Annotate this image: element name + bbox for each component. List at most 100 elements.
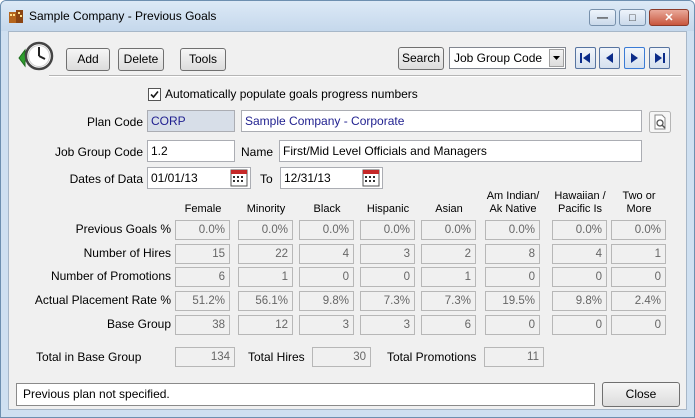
grid-cell: 4 bbox=[299, 244, 354, 264]
grid-cell: 2 bbox=[421, 244, 476, 264]
close-icon: ✕ bbox=[664, 12, 674, 24]
grid-cell: 0 bbox=[485, 267, 540, 287]
grid-cell: 0 bbox=[552, 315, 607, 335]
add-button[interactable]: Add bbox=[66, 48, 110, 71]
plan-name-field: Sample Company - Corporate bbox=[241, 110, 642, 132]
grid-cell: 0 bbox=[485, 315, 540, 335]
delete-button[interactable]: Delete bbox=[118, 48, 164, 71]
grid-cell: 0 bbox=[552, 267, 607, 287]
job-group-field[interactable]: 1.2 bbox=[147, 140, 235, 162]
plan-code-field: CORP bbox=[147, 110, 235, 132]
column-header: Hawaiian / Pacific Is bbox=[554, 190, 606, 215]
minimize-button[interactable]: — bbox=[589, 9, 616, 26]
grid-cell: 19.5% bbox=[485, 291, 540, 311]
grid-cell: 9.8% bbox=[299, 291, 354, 311]
grid-cell: 0.0% bbox=[552, 220, 607, 240]
grid-cell: 0.0% bbox=[238, 220, 293, 240]
previous-goals-window: Sample Company - Previous Goals — □ ✕ Ad… bbox=[0, 0, 695, 418]
plan-code-label: Plan Code bbox=[86, 115, 143, 129]
maximize-button[interactable]: □ bbox=[619, 9, 646, 26]
grid-cell: 9.8% bbox=[552, 291, 607, 311]
grid-cell: 0 bbox=[299, 267, 354, 287]
previous-record-icon bbox=[606, 53, 613, 63]
grid-cell: 3 bbox=[360, 244, 415, 264]
grid-cell: 0 bbox=[360, 267, 415, 287]
chevron-down-icon bbox=[553, 56, 560, 60]
grid-cell: 6 bbox=[175, 267, 230, 287]
grid-cell: 6 bbox=[421, 315, 476, 335]
total-hires-label: Total Hires bbox=[248, 350, 305, 364]
grid-cell: 15 bbox=[175, 244, 230, 264]
grid-cell: 0.0% bbox=[485, 220, 540, 240]
row-label: Previous Goals % bbox=[75, 222, 171, 236]
grid-cell: 1 bbox=[611, 244, 666, 264]
row-label: Number of Hires bbox=[83, 246, 171, 260]
grid-cell: 0.0% bbox=[299, 220, 354, 240]
grid-cell: 0 bbox=[611, 267, 666, 287]
row-label: Number of Promotions bbox=[50, 269, 171, 283]
previous-record-button[interactable] bbox=[599, 47, 620, 69]
auto-populate-label: Automatically populate goals progress nu… bbox=[165, 87, 418, 101]
auto-populate-checkbox[interactable] bbox=[148, 88, 161, 101]
search-field-value: Job Group Code bbox=[454, 51, 543, 65]
window-title: Sample Company - Previous Goals bbox=[29, 9, 217, 23]
dropdown-arrow-button[interactable] bbox=[549, 49, 564, 67]
checkmark-icon bbox=[150, 90, 159, 99]
grid-cell: 51.2% bbox=[175, 291, 230, 311]
row-label: Actual Placement Rate % bbox=[34, 293, 171, 307]
grid-cell: 4 bbox=[552, 244, 607, 264]
column-header: Asian bbox=[435, 203, 463, 215]
grid-cell: 0.0% bbox=[360, 220, 415, 240]
next-record-icon bbox=[631, 53, 638, 63]
first-record-icon bbox=[580, 53, 590, 63]
status-bar: Previous plan not specified. bbox=[16, 383, 595, 406]
total-promotions-value: 11 bbox=[484, 347, 544, 367]
search-button[interactable]: Search bbox=[398, 47, 444, 70]
grid-cell: 2.4% bbox=[611, 291, 666, 311]
grid-cell: 0.0% bbox=[611, 220, 666, 240]
grid-cell: 7.3% bbox=[421, 291, 476, 311]
column-header: Am Indian/ Ak Native bbox=[486, 190, 540, 215]
column-header: Minority bbox=[246, 203, 286, 215]
row-label: Base Group bbox=[106, 317, 171, 331]
next-record-button[interactable] bbox=[624, 47, 645, 69]
to-label: To bbox=[260, 172, 273, 186]
toolbar-separator bbox=[49, 75, 681, 77]
calendar-icon[interactable] bbox=[230, 169, 248, 187]
close-button[interactable]: Close bbox=[602, 382, 680, 407]
column-header: Black bbox=[313, 203, 341, 215]
total-hires-value: 30 bbox=[312, 347, 371, 367]
total-promotions-label: Total Promotions bbox=[387, 350, 477, 364]
lookup-icon[interactable] bbox=[649, 111, 671, 133]
column-header: Two or More bbox=[622, 190, 656, 215]
grid-cell: 0.0% bbox=[175, 220, 230, 240]
clock-arrow-icon bbox=[18, 41, 54, 71]
last-record-button[interactable] bbox=[649, 47, 670, 69]
total-base-group-value: 134 bbox=[175, 347, 235, 367]
grid-cell: 56.1% bbox=[238, 291, 293, 311]
grid-cell: 8 bbox=[485, 244, 540, 264]
minimize-icon: — bbox=[597, 12, 608, 24]
client-area: Add Delete Tools Search Job Group Code A… bbox=[8, 31, 687, 410]
search-field-select[interactable]: Job Group Code bbox=[449, 47, 566, 69]
window-close-button[interactable]: ✕ bbox=[649, 9, 689, 26]
grid-cell: 12 bbox=[238, 315, 293, 335]
column-header: Female bbox=[184, 203, 222, 215]
grid-cell: 1 bbox=[421, 267, 476, 287]
job-group-label: Job Group Code bbox=[54, 145, 143, 159]
maximize-icon: □ bbox=[629, 12, 636, 24]
grid-cell: 3 bbox=[360, 315, 415, 335]
tools-button[interactable]: Tools bbox=[180, 48, 226, 71]
total-base-group-label: Total in Base Group bbox=[36, 350, 142, 364]
last-record-icon bbox=[655, 53, 665, 63]
name-field[interactable]: First/Mid Level Officials and Managers bbox=[279, 140, 642, 162]
grid-cell: 22 bbox=[238, 244, 293, 264]
grid-cell: 3 bbox=[299, 315, 354, 335]
calendar-icon[interactable] bbox=[362, 169, 380, 187]
grid-cell: 0.0% bbox=[421, 220, 476, 240]
building-icon bbox=[9, 10, 23, 23]
dates-of-data-label: Dates of Data bbox=[69, 172, 143, 186]
first-record-button[interactable] bbox=[575, 47, 596, 69]
grid-cell: 38 bbox=[175, 315, 230, 335]
title-bar: Sample Company - Previous Goals — □ ✕ bbox=[1, 1, 694, 31]
